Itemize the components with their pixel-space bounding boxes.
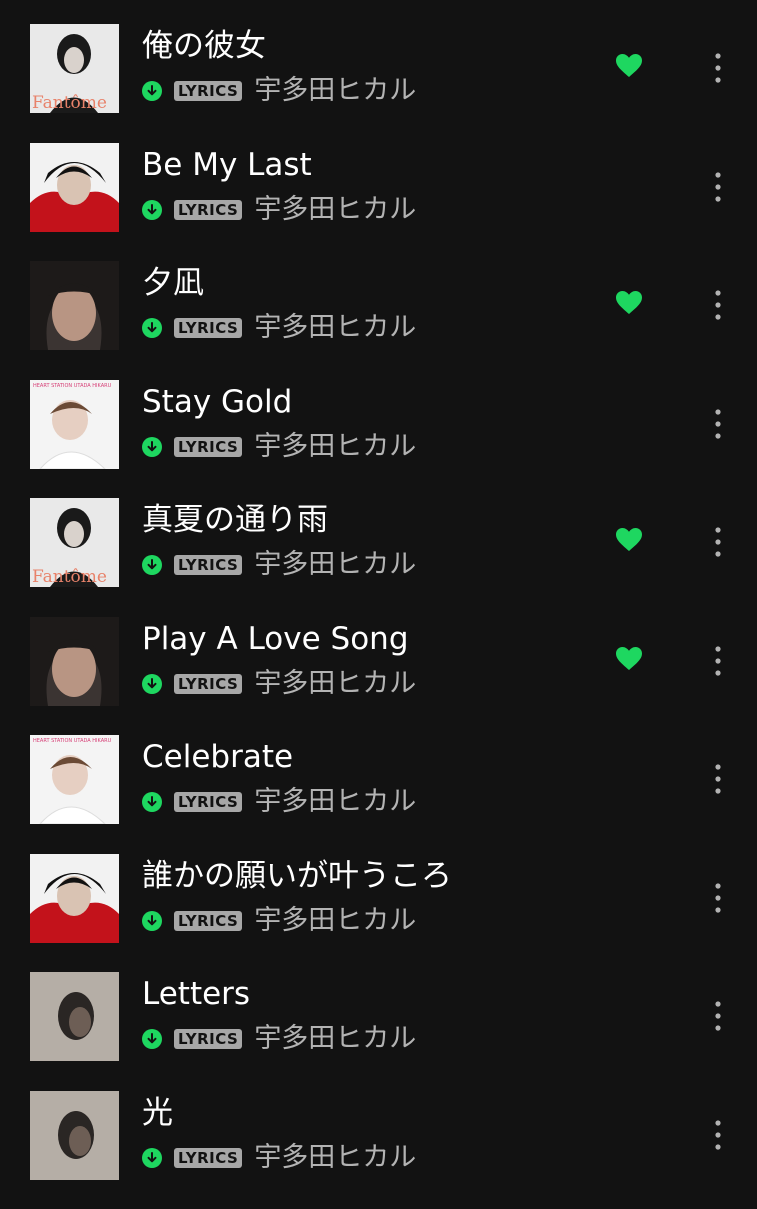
- lyrics-badge: LYRICS: [174, 673, 243, 694]
- track-artist[interactable]: 宇多田ヒカル: [254, 668, 416, 699]
- track-title: 光: [142, 1094, 173, 1131]
- track-title: Letters: [142, 976, 251, 1012]
- track-artist[interactable]: 宇多田ヒカル: [254, 76, 416, 106]
- track-artist[interactable]: 宇多田ヒカル: [254, 787, 416, 817]
- more-options-icon[interactable]: [706, 643, 730, 679]
- more-options-icon[interactable]: [706, 169, 730, 205]
- track-row[interactable]: Fantôme 俺の彼女 LYRICS 宇多田ヒカル: [0, 24, 757, 142]
- download-arrow-icon: [142, 1147, 162, 1168]
- heart-icon[interactable]: [615, 527, 643, 553]
- more-options-icon[interactable]: [706, 1117, 730, 1153]
- track-artist[interactable]: 宇多田ヒカル: [254, 194, 416, 225]
- lyrics-badge: LYRICS: [174, 81, 243, 101]
- heart-icon[interactable]: [615, 290, 643, 316]
- lyrics-badge: LYRICS: [174, 436, 243, 457]
- album-cover-sepia: [30, 972, 119, 1061]
- track-meta: LYRICS 宇多田ヒカル: [142, 550, 416, 580]
- track-meta: LYRICS 宇多田ヒカル: [142, 1024, 416, 1054]
- track-row[interactable]: 誰かの願いが叶うころ LYRICS 宇多田ヒカル: [0, 853, 757, 972]
- track-row[interactable]: Letters LYRICS 宇多田ヒカル: [0, 972, 757, 1090]
- track-artist[interactable]: 宇多田ヒカル: [254, 550, 416, 580]
- lyrics-badge: LYRICS: [174, 318, 243, 338]
- more-options-icon[interactable]: [706, 524, 730, 560]
- track-title: Stay Gold: [142, 383, 293, 420]
- track-meta: LYRICS 宇多田ヒカル: [142, 313, 416, 343]
- track-list: Fantôme 俺の彼女 LYRICS 宇多田ヒカル Be My Last LYRICS 宇…: [0, 0, 757, 1200]
- track-meta: LYRICS 宇多田ヒカル: [142, 76, 416, 106]
- more-options-icon[interactable]: [706, 287, 730, 323]
- album-cover-heart-station: HEART STATION UTADA HIKARU: [30, 379, 119, 469]
- download-arrow-icon: [142, 199, 162, 220]
- download-arrow-icon: [142, 81, 162, 101]
- more-options-icon[interactable]: [706, 761, 730, 797]
- track-artist[interactable]: 宇多田ヒカル: [254, 1024, 416, 1054]
- track-title: Play A Love Song: [142, 620, 409, 657]
- cover-logo-text: HEART STATION UTADA HIKARU: [33, 738, 112, 744]
- cover-logo-text: Fantôme: [32, 93, 107, 113]
- track-artist[interactable]: 宇多田ヒカル: [254, 905, 416, 936]
- cover-logo-text: HEART STATION UTADA HIKARU: [33, 383, 112, 389]
- more-options-icon[interactable]: [706, 998, 730, 1034]
- download-arrow-icon: [142, 436, 162, 457]
- lyrics-badge: LYRICS: [174, 910, 243, 931]
- track-title: 真夏の通り雨: [142, 502, 328, 538]
- download-arrow-icon: [142, 910, 162, 931]
- download-arrow-icon: [142, 673, 162, 694]
- album-cover-red-hood: [30, 142, 119, 232]
- track-artist[interactable]: 宇多田ヒカル: [254, 1142, 416, 1173]
- album-cover-sepia: [30, 1090, 119, 1180]
- heart-icon[interactable]: [615, 53, 643, 79]
- track-title: Be My Last: [142, 146, 312, 183]
- track-artist[interactable]: 宇多田ヒカル: [254, 431, 416, 462]
- track-meta: LYRICS 宇多田ヒカル: [142, 905, 416, 936]
- album-cover-fantome: Fantôme: [30, 498, 119, 587]
- download-arrow-icon: [142, 318, 162, 338]
- lyrics-badge: LYRICS: [174, 555, 243, 575]
- cover-logo-text: Fantôme: [32, 567, 107, 587]
- more-options-icon[interactable]: [706, 50, 730, 86]
- track-row[interactable]: Play A Love Song LYRICS 宇多田ヒカル: [0, 616, 757, 735]
- lyrics-badge: LYRICS: [174, 792, 243, 812]
- album-cover-portrait: [30, 616, 119, 706]
- track-title: 俺の彼女: [142, 28, 266, 64]
- track-title: 誰かの願いが叶うころ: [142, 857, 452, 894]
- track-row[interactable]: 光 LYRICS 宇多田ヒカル: [0, 1090, 757, 1209]
- download-arrow-icon: [142, 1029, 162, 1049]
- track-title: 夕凪: [142, 265, 204, 301]
- track-row[interactable]: Be My Last LYRICS 宇多田ヒカル: [0, 142, 757, 261]
- lyrics-badge: LYRICS: [174, 1147, 243, 1168]
- track-meta: LYRICS 宇多田ヒカル: [142, 787, 416, 817]
- track-row[interactable]: 夕凪 LYRICS 宇多田ヒカル: [0, 261, 757, 379]
- album-cover-red-hood: [30, 853, 119, 943]
- track-meta: LYRICS 宇多田ヒカル: [142, 1142, 416, 1173]
- album-cover-heart-station: HEART STATION UTADA HIKARU: [30, 735, 119, 824]
- track-row[interactable]: HEART STATION UTADA HIKARU Stay Gold LYRIC…: [0, 379, 757, 498]
- lyrics-badge: LYRICS: [174, 1029, 243, 1049]
- track-meta: LYRICS 宇多田ヒカル: [142, 668, 416, 699]
- track-row[interactable]: Fantôme 真夏の通り雨 LYRICS 宇多田ヒカル: [0, 498, 757, 616]
- track-artist[interactable]: 宇多田ヒカル: [254, 313, 416, 343]
- download-arrow-icon: [142, 792, 162, 812]
- track-title: Celebrate: [142, 739, 294, 775]
- more-options-icon[interactable]: [706, 880, 730, 916]
- more-options-icon[interactable]: [706, 406, 730, 442]
- album-cover-fantome: Fantôme: [30, 24, 119, 113]
- download-arrow-icon: [142, 555, 162, 575]
- heart-icon[interactable]: [615, 646, 643, 672]
- track-meta: LYRICS 宇多田ヒカル: [142, 194, 416, 225]
- lyrics-badge: LYRICS: [174, 199, 243, 220]
- track-meta: LYRICS 宇多田ヒカル: [142, 431, 416, 462]
- album-cover-portrait: [30, 261, 119, 350]
- track-row[interactable]: HEART STATION UTADA HIKARU Celebrate LYRIC…: [0, 735, 757, 853]
